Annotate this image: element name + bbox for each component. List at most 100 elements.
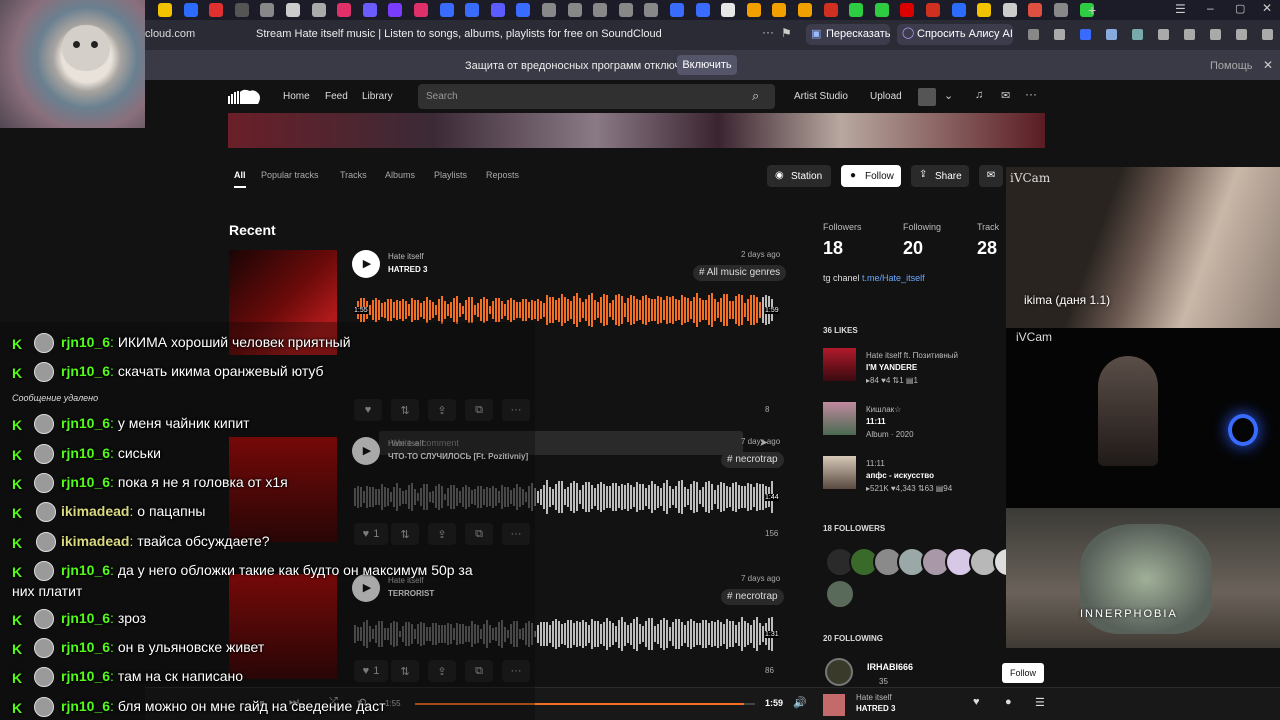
chat-username[interactable]: rjn10_6 <box>61 334 110 350</box>
browser-tab-icon[interactable] <box>1054 3 1068 17</box>
browser-tab-icon[interactable] <box>516 3 531 17</box>
nav-feed[interactable]: Feed <box>325 91 348 102</box>
browser-tab-icon[interactable] <box>695 3 710 17</box>
chat-avatar[interactable] <box>34 333 54 353</box>
browser-tab-icon[interactable] <box>798 3 812 17</box>
browser-menu-icon[interactable]: ☰ <box>1175 2 1186 16</box>
liked-track-artwork[interactable] <box>823 348 856 381</box>
extension-icon[interactable] <box>1184 29 1195 40</box>
liked-track-title[interactable]: I'M YANDERE <box>866 363 917 372</box>
browser-tab-icon[interactable] <box>439 3 454 17</box>
browser-tab-icon[interactable] <box>772 3 787 17</box>
extension-icon[interactable] <box>1132 29 1143 40</box>
tab-popular-tracks[interactable]: Popular tracks <box>261 170 319 180</box>
volume-icon[interactable]: 🔊 <box>793 696 807 709</box>
liked-track-artist[interactable]: Кишлак☆ <box>866 405 901 414</box>
extension-icon[interactable] <box>1262 29 1273 40</box>
help-link[interactable]: Помощь <box>1210 60 1253 72</box>
browser-tab-icon[interactable] <box>567 3 582 17</box>
chat-avatar[interactable] <box>34 473 54 493</box>
chat-avatar[interactable] <box>34 444 54 464</box>
tab-reposts[interactable]: Reposts <box>486 170 519 180</box>
more-options-icon[interactable]: ··· <box>1025 87 1037 101</box>
tracks-count[interactable]: 28 <box>977 238 997 259</box>
extension-icon[interactable] <box>1054 29 1065 40</box>
chat-username[interactable]: ikimadead <box>61 533 129 549</box>
chat-username[interactable]: rjn10_6 <box>61 474 110 490</box>
chevron-down-icon[interactable]: ⌄ <box>944 89 953 102</box>
chat-username[interactable]: rjn10_6 <box>61 415 110 431</box>
chat-username[interactable]: rjn10_6 <box>61 639 110 655</box>
close-window-icon[interactable]: ✕ <box>1262 1 1272 15</box>
new-tab-icon[interactable]: + <box>1088 2 1102 18</box>
chat-username[interactable]: rjn10_6 <box>61 363 110 379</box>
liked-track-artist[interactable]: Hate itself ft. Позитивный <box>866 351 958 360</box>
chat-avatar[interactable] <box>34 414 54 434</box>
player-queue-icon[interactable]: ☰ <box>1035 696 1045 709</box>
browser-tab-icon[interactable] <box>234 3 249 17</box>
player-follow-icon[interactable]: ● <box>1005 696 1012 708</box>
following-count[interactable]: 20 <box>903 238 923 259</box>
genre-tag[interactable]: # necrotrap <box>721 589 784 605</box>
browser-tab-icon[interactable] <box>183 3 198 17</box>
track-title[interactable]: HATRED 3 <box>388 265 427 274</box>
browser-tab-icon[interactable] <box>362 3 377 17</box>
following-avatar[interactable] <box>825 658 853 686</box>
liked-track-artwork[interactable] <box>823 402 856 435</box>
minimize-icon[interactable]: – <box>1207 1 1214 15</box>
browser-tab-icon[interactable] <box>977 3 992 17</box>
enable-protection-button[interactable]: Включить <box>677 55 737 75</box>
browser-tab-icon[interactable] <box>900 3 915 17</box>
share-button[interactable]: ⇪ Share <box>911 165 969 187</box>
more-icon[interactable]: ··· <box>762 25 774 39</box>
browser-tab-icon[interactable] <box>542 3 556 17</box>
chat-avatar[interactable] <box>34 609 54 629</box>
bio-link[interactable]: t.me/Hate_itself <box>862 273 925 283</box>
browser-tab-icon[interactable] <box>260 3 275 17</box>
chat-username[interactable]: rjn10_6 <box>61 445 110 461</box>
browser-tab-icon[interactable] <box>670 3 684 17</box>
chat-avatar[interactable] <box>36 532 56 552</box>
browser-tab-icon[interactable] <box>490 3 505 17</box>
followers-count[interactable]: 18 <box>823 238 843 259</box>
chat-avatar[interactable] <box>34 638 54 658</box>
search-input[interactable]: Search ⌕ <box>418 84 775 109</box>
extension-icon[interactable] <box>1106 29 1117 40</box>
browser-tab-icon[interactable] <box>209 3 224 17</box>
chat-username[interactable]: ikimadead <box>61 503 129 519</box>
extension-icon[interactable] <box>1210 29 1221 40</box>
player-title[interactable]: HATRED 3 <box>856 704 895 713</box>
chat-avatar[interactable] <box>34 561 54 581</box>
browser-tab-icon[interactable] <box>388 3 403 17</box>
liked-track-artist[interactable]: 11:11 <box>866 459 885 468</box>
follow-user-button[interactable]: Follow <box>1002 663 1044 683</box>
message-button[interactable]: ✉ <box>979 165 1003 187</box>
extension-icon[interactable] <box>1236 29 1247 40</box>
chat-username[interactable]: rjn10_6 <box>61 698 110 714</box>
browser-tab-icon[interactable] <box>823 3 838 17</box>
tab-tracks[interactable]: Tracks <box>340 170 367 180</box>
following-name[interactable]: IRHABI666 <box>867 662 913 672</box>
likes-heading[interactable]: 36 LIKES <box>823 326 858 335</box>
search-icon[interactable]: ⌕ <box>752 88 759 104</box>
nav-library[interactable]: Library <box>362 91 393 102</box>
retell-button[interactable]: ▣ Пересказать <box>806 24 891 45</box>
extension-icon[interactable] <box>1158 29 1169 40</box>
tab-albums[interactable]: Albums <box>385 170 415 180</box>
player-artist[interactable]: Hate itself <box>856 693 892 702</box>
mail-icon[interactable]: ✉ <box>1001 89 1010 102</box>
browser-tab-icon[interactable] <box>951 3 966 17</box>
browser-tab-icon[interactable] <box>286 3 300 17</box>
tab-playlists[interactable]: Playlists <box>434 170 467 180</box>
nav-artist-studio[interactable]: Artist Studio <box>794 91 848 102</box>
follower-avatar[interactable] <box>825 579 855 609</box>
player-like-icon[interactable]: ♥ <box>973 696 980 708</box>
browser-tab-icon[interactable] <box>337 3 352 17</box>
follow-button[interactable]: ● Follow <box>841 165 901 187</box>
liked-track-title[interactable]: 11:11 <box>866 417 886 426</box>
tab-all[interactable]: All <box>234 170 246 180</box>
browser-tab-icon[interactable] <box>874 3 889 17</box>
ask-alice-button[interactable]: ◯ Спросить Алису AI <box>897 24 1013 45</box>
liked-track-title[interactable]: апфс - искусство <box>866 471 934 480</box>
soundcloud-logo-icon[interactable] <box>228 88 262 104</box>
